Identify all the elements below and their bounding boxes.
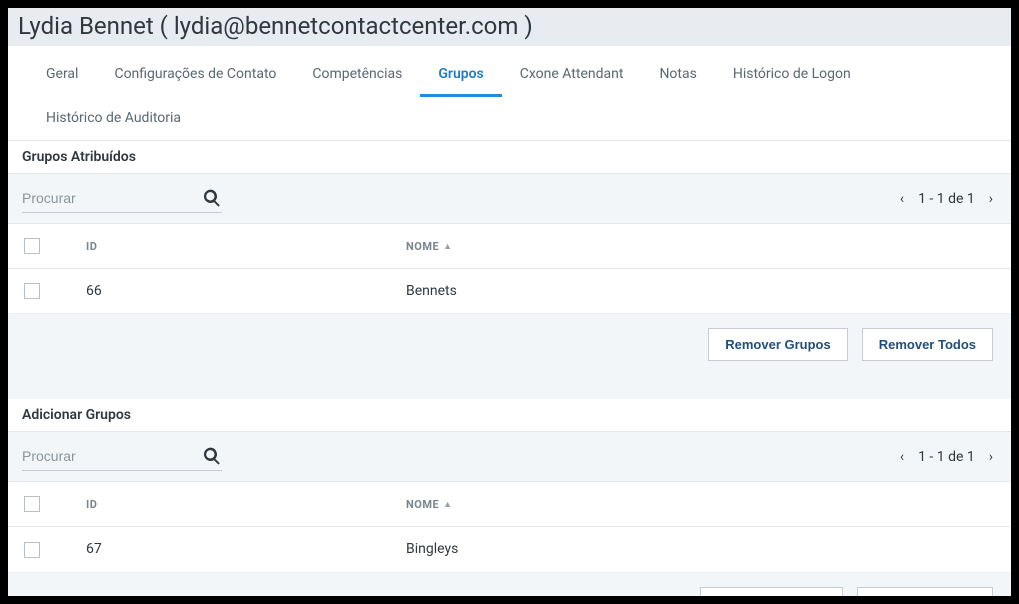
tab-configuracoes-contato[interactable]: Configurações de Contato: [96, 52, 294, 96]
row-id: 66: [56, 269, 396, 314]
sort-asc-icon: ▲: [443, 499, 452, 510]
tab-historico-logon[interactable]: Histórico de Logon: [715, 52, 869, 96]
assigned-pager: ‹ 1 - 1 de 1 ›: [896, 191, 997, 207]
search-icon[interactable]: [202, 188, 222, 208]
add-all-button[interactable]: Adicionar Todos: [857, 587, 993, 596]
pager-next-icon[interactable]: ›: [985, 191, 997, 207]
tab-historico-auditoria[interactable]: Histórico de Auditoria: [28, 96, 199, 140]
tab-cxone-attendant[interactable]: Cxone Attendant: [502, 52, 642, 96]
search-icon[interactable]: [202, 446, 222, 466]
assigned-col-name[interactable]: NOME ▲: [396, 224, 1011, 269]
assigned-col-id[interactable]: ID: [56, 224, 396, 269]
add-col-name[interactable]: NOME ▲: [396, 482, 1011, 527]
tab-grupos[interactable]: Grupos: [420, 52, 501, 96]
row-name: Bennets: [396, 269, 1011, 314]
assigned-header-checkbox[interactable]: [24, 238, 40, 254]
tabs-bar: Geral Configurações de Contato Competênc…: [8, 46, 1011, 141]
tab-geral[interactable]: Geral: [28, 52, 96, 96]
assigned-search-input[interactable]: [22, 190, 202, 206]
pager-next-icon[interactable]: ›: [985, 449, 997, 465]
tab-competencias[interactable]: Competências: [294, 52, 420, 96]
assigned-section-title: Grupos Atribuídos: [8, 141, 1011, 174]
add-pager: ‹ 1 - 1 de 1 ›: [896, 449, 997, 465]
sort-asc-icon: ▲: [443, 241, 452, 252]
table-row[interactable]: 67 Bingleys: [8, 527, 1011, 572]
tab-notas[interactable]: Notas: [641, 52, 714, 96]
add-table: ID NOME ▲ 67 Bingleys: [8, 481, 1011, 572]
row-checkbox[interactable]: [24, 542, 40, 558]
assigned-col-name-label: NOME: [406, 240, 439, 253]
assigned-pager-text: 1 - 1 de 1: [918, 191, 975, 207]
table-row[interactable]: 66 Bennets: [8, 269, 1011, 314]
add-search-input[interactable]: [22, 448, 202, 464]
remove-groups-button[interactable]: Remover Grupos: [708, 328, 847, 361]
row-name: Bingleys: [396, 527, 1011, 572]
assigned-table: ID NOME ▲ 66 Bennets: [8, 223, 1011, 314]
page-title: Lydia Bennet ( lydia@bennetcontactcenter…: [8, 8, 1011, 46]
add-header-checkbox[interactable]: [24, 496, 40, 512]
assigned-search[interactable]: [22, 184, 222, 213]
row-checkbox[interactable]: [24, 283, 40, 299]
add-section-title: Adicionar Grupos: [8, 399, 1011, 432]
pager-prev-icon[interactable]: ‹: [896, 449, 908, 465]
row-id: 67: [56, 527, 396, 572]
add-groups-button[interactable]: Adicionar Grupos: [700, 587, 844, 596]
add-col-id[interactable]: ID: [56, 482, 396, 527]
add-search[interactable]: [22, 442, 222, 471]
remove-all-button[interactable]: Remover Todos: [862, 328, 993, 361]
pager-prev-icon[interactable]: ‹: [896, 191, 908, 207]
add-pager-text: 1 - 1 de 1: [918, 449, 975, 465]
add-col-name-label: NOME: [406, 498, 439, 511]
